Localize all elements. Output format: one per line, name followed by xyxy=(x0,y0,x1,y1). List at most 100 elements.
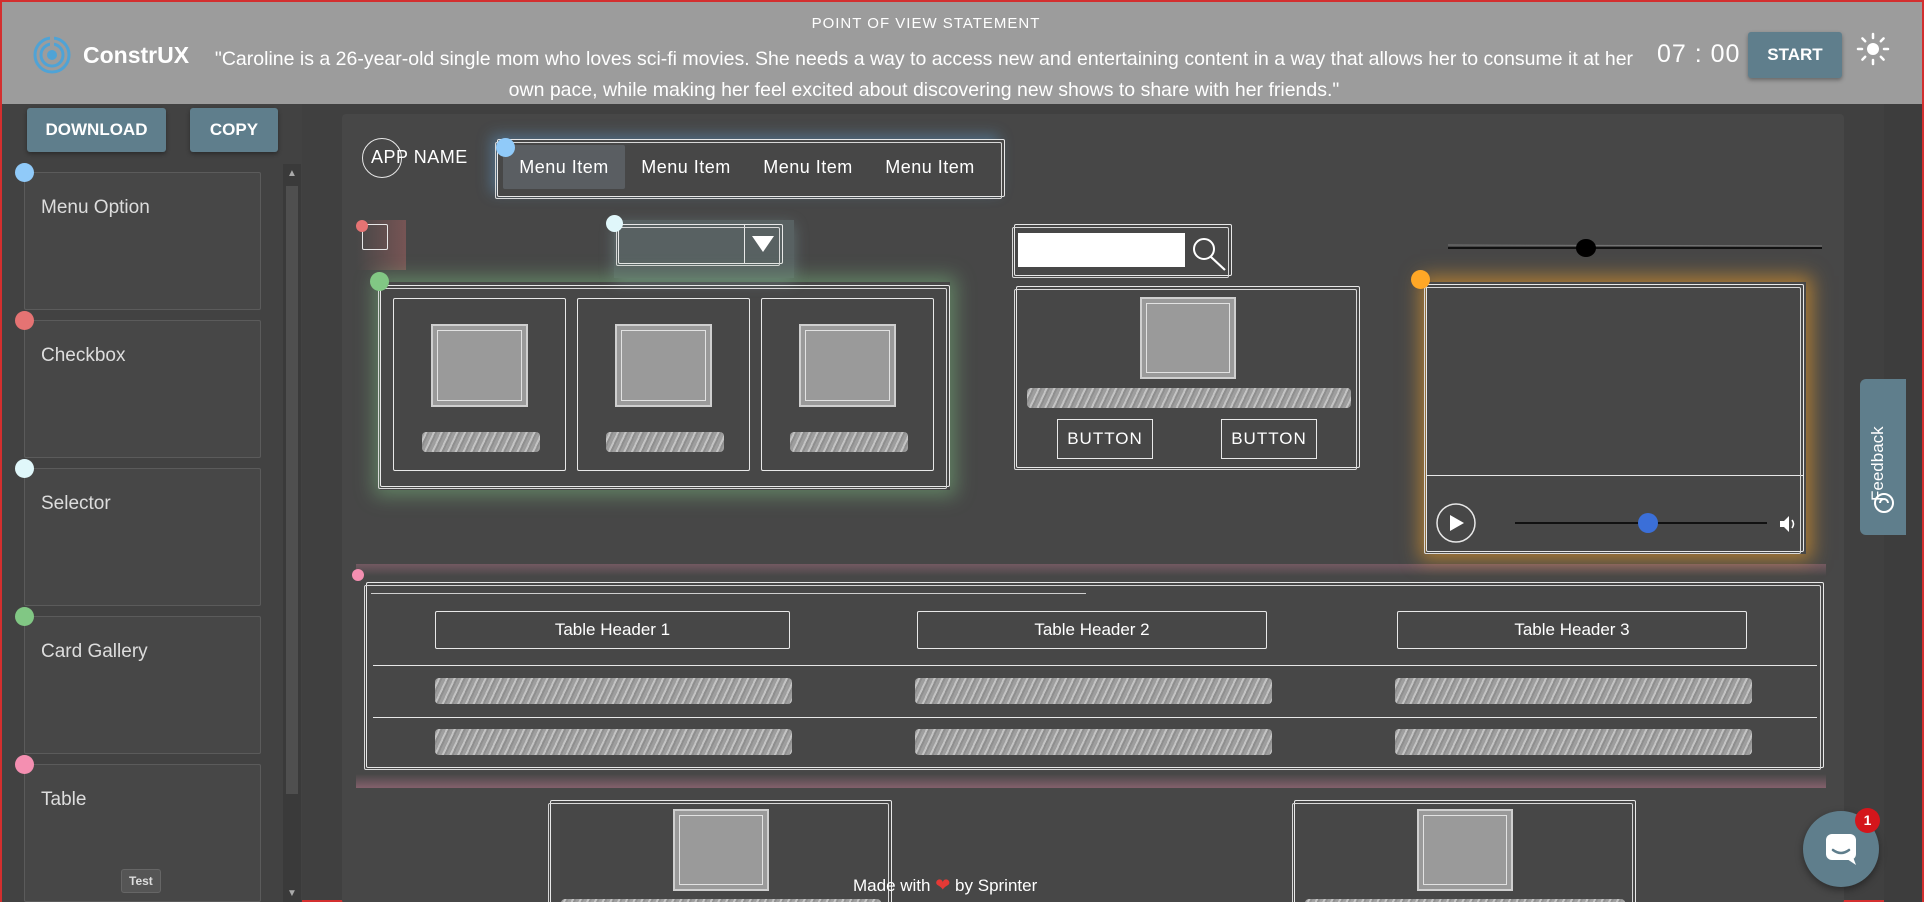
search-input[interactable] xyxy=(1018,233,1185,267)
start-button[interactable]: START xyxy=(1748,32,1842,78)
top-header: ConstrUX POINT OF VIEW STATEMENT "Caroli… xyxy=(2,2,1922,104)
component-label: Table xyxy=(41,789,87,810)
table-cell xyxy=(435,729,792,755)
selector-color-dot xyxy=(606,215,623,232)
wireframe-slider[interactable] xyxy=(1446,226,1826,266)
component-list: Menu Option Checkbox Selector Card Galle… xyxy=(2,163,302,902)
component-label: Selector xyxy=(41,493,111,514)
component-card-card-gallery[interactable]: Card Gallery xyxy=(15,607,261,754)
selector-color-dot xyxy=(15,459,34,478)
table-glow-top xyxy=(356,564,1826,576)
table-cell xyxy=(435,678,792,704)
app-title: ConstrUX xyxy=(83,42,190,68)
sun-icon[interactable] xyxy=(1856,32,1890,66)
wireframe-selector[interactable] xyxy=(616,224,783,266)
table-top-line xyxy=(371,593,1086,594)
video-progress-bar[interactable] xyxy=(1515,509,1775,539)
table-glow-bottom xyxy=(356,774,1826,788)
feedback-label: Feedback xyxy=(1868,426,1887,501)
pov-label: POINT OF VIEW STATEMENT xyxy=(811,15,1041,32)
copy-button[interactable]: COPY xyxy=(190,108,278,152)
wireframe-card[interactable]: BUTTON BUTTON xyxy=(1014,286,1360,470)
by-sprinter-text: by Sprinter xyxy=(955,876,1038,895)
table-header-1[interactable]: Table Header 1 xyxy=(435,611,790,649)
gallery-color-dot xyxy=(370,272,389,291)
wireframe-canvas[interactable]: APP NAME Menu Item Menu Item Menu Item M… xyxy=(342,114,1844,902)
image-placeholder xyxy=(673,809,769,891)
gallery-card-1[interactable] xyxy=(393,298,566,471)
gallery-card-3[interactable] xyxy=(761,298,934,471)
table-row-divider xyxy=(373,717,1817,718)
chevron-down-icon xyxy=(752,236,774,252)
image-placeholder xyxy=(615,324,712,407)
text-placeholder xyxy=(422,432,540,452)
checkbox-color-dot xyxy=(356,220,368,232)
video-progress-handle[interactable] xyxy=(1638,513,1658,533)
menu-option-color-dot xyxy=(15,163,34,182)
table-color-dot xyxy=(352,569,364,581)
heart-icon: ❤ xyxy=(935,875,951,895)
wireframe-video-player[interactable] xyxy=(1424,284,1804,554)
bottom-card-1[interactable] xyxy=(548,800,892,902)
card-button-1[interactable]: BUTTON xyxy=(1057,419,1153,459)
image-placeholder xyxy=(431,324,528,407)
component-card-checkbox[interactable]: Checkbox xyxy=(15,311,261,458)
component-label: Menu Option xyxy=(41,197,150,218)
download-button[interactable]: DOWNLOAD xyxy=(27,108,166,152)
search-icon[interactable] xyxy=(1187,231,1231,275)
image-placeholder xyxy=(799,324,896,407)
bottom-card-2[interactable] xyxy=(1292,800,1636,902)
text-placeholder xyxy=(606,432,724,452)
wireframe-search[interactable] xyxy=(1012,224,1232,278)
video-divider xyxy=(1427,475,1803,476)
menu-item-4[interactable]: Menu Item xyxy=(869,145,991,189)
gallery-card-2[interactable] xyxy=(577,298,750,471)
table-cell xyxy=(915,729,1272,755)
made-with-footer: Made with ❤ by Sprinter xyxy=(853,875,1037,896)
wireframe-table[interactable]: Table Header 1 Table Header 2 Table Head… xyxy=(364,582,1824,770)
feedback-tab[interactable]: Feedback xyxy=(1860,379,1906,535)
menu-item-1[interactable]: Menu Item xyxy=(503,145,625,189)
wireframe-menu[interactable]: Menu Item Menu Item Menu Item Menu Item xyxy=(495,139,1005,199)
chat-icon xyxy=(1826,834,1856,865)
image-placeholder xyxy=(1417,809,1513,891)
table-cell xyxy=(1395,678,1752,704)
scroll-down-icon[interactable]: ▼ xyxy=(287,888,297,899)
component-label: Card Gallery xyxy=(41,641,148,662)
card-button-2[interactable]: BUTTON xyxy=(1221,419,1317,459)
play-icon[interactable] xyxy=(1435,501,1479,545)
test-badge[interactable]: Test xyxy=(121,869,161,893)
selector-arrow-box[interactable] xyxy=(744,225,782,263)
video-color-dot xyxy=(1411,270,1430,289)
component-sidebar: DOWNLOAD COPY Menu Option Checkbox Selec… xyxy=(2,104,302,902)
component-card-table[interactable]: Table Test xyxy=(15,755,261,902)
checkbox-color-dot xyxy=(15,311,34,330)
scroll-up-icon[interactable]: ▲ xyxy=(287,168,297,179)
volume-icon[interactable] xyxy=(1777,513,1799,535)
wireframe-card-gallery[interactable] xyxy=(378,285,950,489)
table-header-2[interactable]: Table Header 2 xyxy=(917,611,1267,649)
chat-notification-badge: 1 xyxy=(1855,808,1880,833)
sidebar-scrollbar[interactable]: ▲ ▼ xyxy=(283,164,301,902)
image-placeholder xyxy=(1140,297,1236,379)
text-placeholder xyxy=(790,432,908,452)
slider-handle[interactable] xyxy=(1576,239,1596,257)
pov-statement: "Caroline is a 26-year-old single mom wh… xyxy=(214,48,1634,101)
component-label: Checkbox xyxy=(41,345,126,366)
component-card-menu-option[interactable]: Menu Option xyxy=(15,163,261,310)
menu-color-dot xyxy=(496,138,515,157)
table-header-3[interactable]: Table Header 3 xyxy=(1397,611,1747,649)
menu-item-2[interactable]: Menu Item xyxy=(625,145,747,189)
made-with-text: Made with xyxy=(853,876,931,895)
construx-logo-icon xyxy=(33,35,71,74)
menu-item-3[interactable]: Menu Item xyxy=(747,145,869,189)
table-cell xyxy=(915,678,1272,704)
component-card-selector[interactable]: Selector xyxy=(15,459,261,606)
table-row-divider xyxy=(373,665,1817,666)
text-placeholder xyxy=(1027,388,1351,408)
timer-display: 07 : 00 xyxy=(1657,40,1741,68)
card-gallery-color-dot xyxy=(15,607,34,626)
table-color-dot xyxy=(15,755,34,774)
table-cell xyxy=(1395,729,1752,755)
scroll-thumb[interactable] xyxy=(286,186,298,794)
